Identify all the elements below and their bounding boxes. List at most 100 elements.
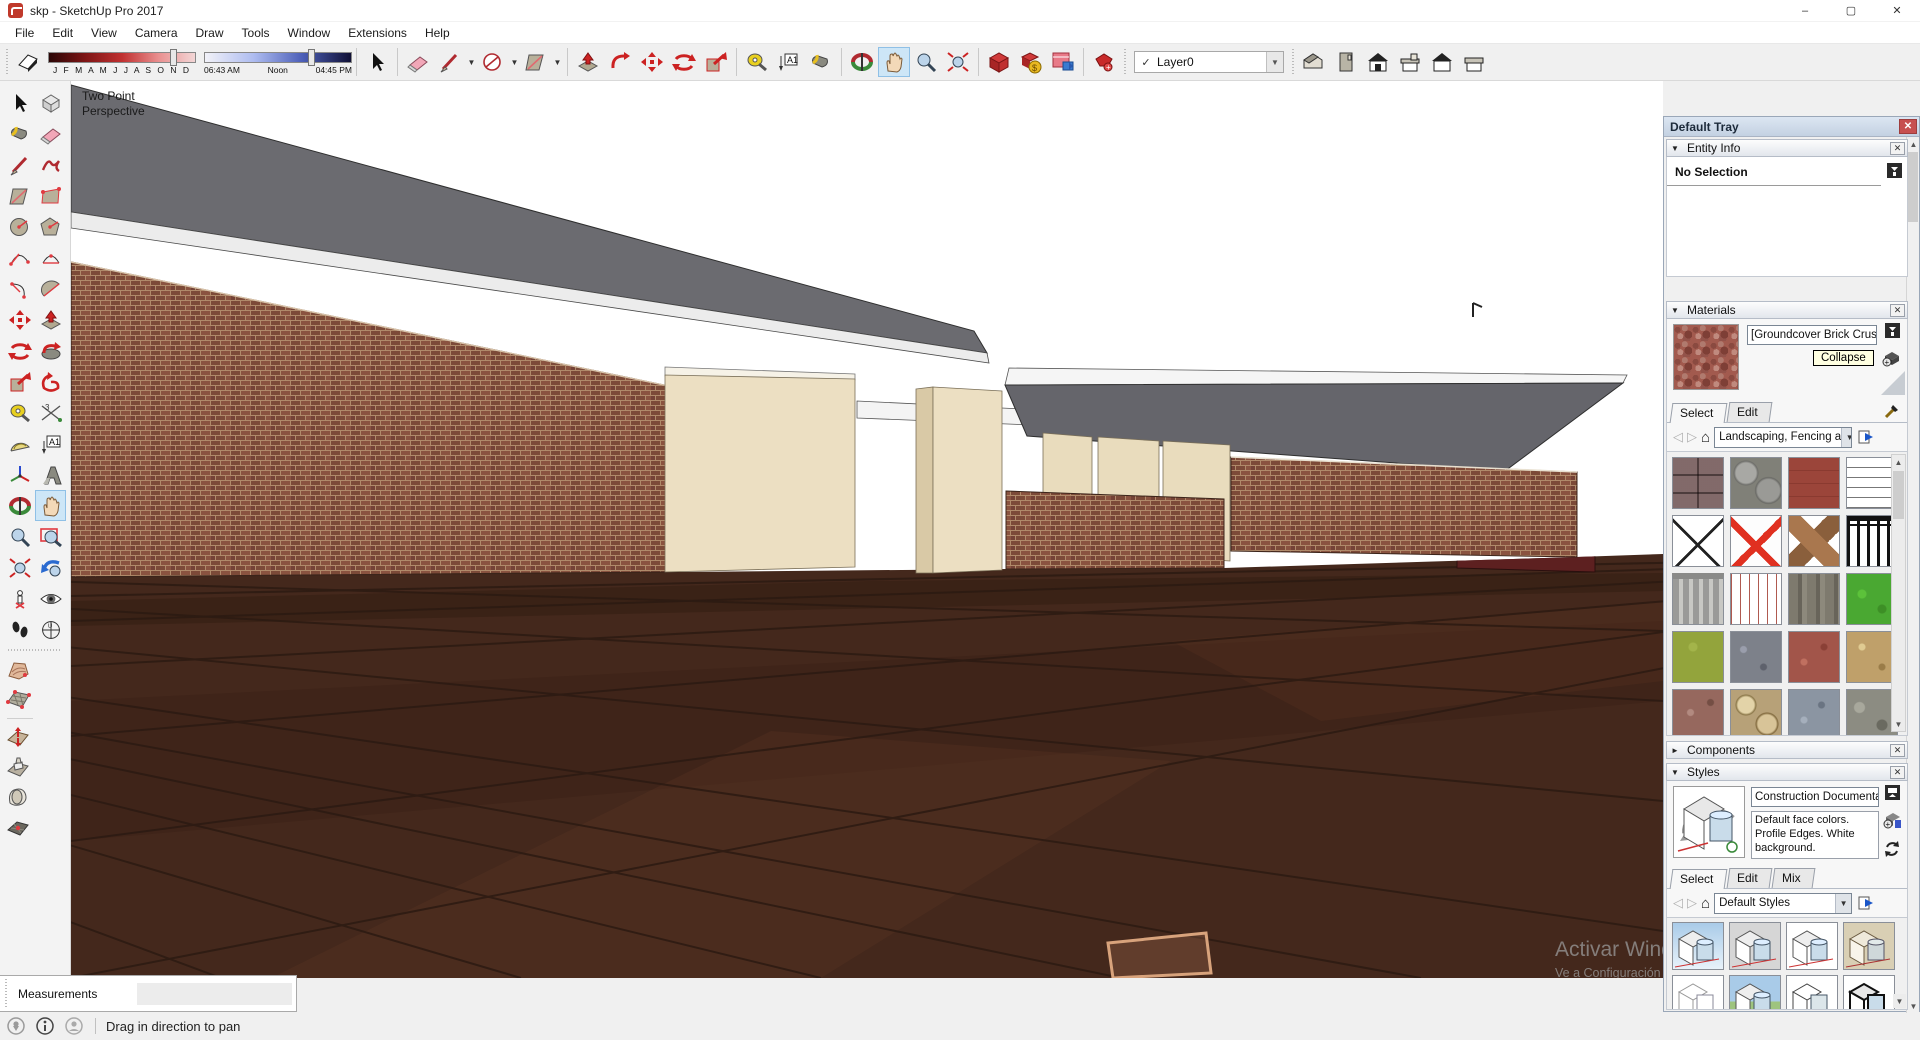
style-sepia-background[interactable] <box>1843 922 1895 970</box>
tape-measure-tool-icon[interactable] <box>741 47 773 77</box>
layer-dropdown[interactable]: ✓ Layer0 ▼ <box>1134 51 1284 73</box>
view-left-icon[interactable] <box>1458 47 1490 77</box>
menu-extensions[interactable]: Extensions <box>339 24 416 42</box>
shadow-time-slider[interactable]: 06:43 AM Noon 04:45 PM <box>204 49 352 75</box>
scroll-up-icon[interactable]: ▲ <box>1892 455 1905 469</box>
measurements-input[interactable] <box>137 983 292 1005</box>
arc-tool-icon[interactable] <box>4 242 35 273</box>
move-tool-icon[interactable] <box>4 304 35 335</box>
material-name-field[interactable]: [Groundcover Brick Crushe <box>1747 325 1877 345</box>
3d-warehouse-icon[interactable] <box>983 47 1015 77</box>
circle-tool-icon[interactable] <box>4 211 35 242</box>
dropdown-arrow-icon[interactable]: ▼ <box>1841 428 1852 447</box>
toolbar-grip[interactable] <box>4 49 10 75</box>
scale-tool-icon[interactable] <box>700 47 732 77</box>
shadow-date-handle[interactable] <box>170 49 177 66</box>
view-back-icon[interactable] <box>1426 47 1458 77</box>
menu-file[interactable]: File <box>6 24 43 42</box>
zoom-tool-icon[interactable] <box>4 521 35 552</box>
style-hidden-line[interactable] <box>1786 975 1838 1009</box>
styles-header[interactable]: ▼ Styles ✕ <box>1666 763 1908 781</box>
swatch-grass-olive[interactable] <box>1672 631 1724 683</box>
select-tool-icon[interactable] <box>361 47 393 77</box>
look-around-tool-icon[interactable] <box>35 583 66 614</box>
from-scratch-tool-icon[interactable] <box>2 685 33 715</box>
details-arrow-icon[interactable] <box>1856 893 1876 913</box>
view-iso-icon[interactable] <box>1298 47 1330 77</box>
measurements-grip[interactable] <box>3 979 10 1009</box>
toolbar-grip[interactable] <box>1290 49 1296 75</box>
toolbar-grip[interactable] <box>1122 49 1128 75</box>
dropdown-arrow-icon[interactable]: ▼ <box>1835 894 1851 913</box>
maximize-button[interactable]: ▢ <box>1828 0 1874 22</box>
info-icon[interactable] <box>35 1016 55 1036</box>
view-right-icon[interactable] <box>1394 47 1426 77</box>
minimize-button[interactable]: – <box>1782 0 1828 22</box>
freehand-tool-icon[interactable] <box>35 149 66 180</box>
pan-tool-icon[interactable] <box>878 47 910 77</box>
position-camera-tool-icon[interactable] <box>4 583 35 614</box>
swatch-red-brick[interactable] <box>1788 457 1840 509</box>
swatch-pebbles[interactable] <box>1730 689 1782 735</box>
stamp-tool-icon[interactable] <box>2 752 33 782</box>
materials-tab-select[interactable]: Select <box>1670 403 1728 423</box>
two-point-arc-tool-icon[interactable] <box>35 242 66 273</box>
swatch-white-picket[interactable] <box>1730 573 1782 625</box>
eyedropper-icon[interactable] <box>1883 402 1901 425</box>
walk-tool-icon[interactable] <box>4 614 35 645</box>
view-top-icon[interactable] <box>1330 47 1362 77</box>
menu-camera[interactable]: Camera <box>126 24 187 42</box>
tray-scroll-thumb[interactable] <box>1908 152 1918 222</box>
swatch-grey-cobblestone[interactable] <box>1730 457 1782 509</box>
swatch-gravel-grey[interactable] <box>1730 631 1782 683</box>
pie-tool-icon[interactable] <box>35 273 66 304</box>
forward-arrow-icon[interactable]: ▷ <box>1687 429 1697 445</box>
line-tool-dropdown-icon[interactable]: ▼ <box>466 47 477 77</box>
components-header[interactable]: ► Components ✕ <box>1666 741 1908 759</box>
shadow-date-slider[interactable]: J F M A M J J A S O N D <box>48 49 196 75</box>
tray-close-icon[interactable]: ✕ <box>1899 119 1917 134</box>
home-icon[interactable]: ⌂ <box>1701 895 1710 912</box>
three-point-arc-tool-icon[interactable] <box>4 273 35 304</box>
follow-me-tool-icon[interactable] <box>35 335 66 366</box>
create-style-icon[interactable]: + <box>1882 811 1902 834</box>
style-white-background[interactable] <box>1786 922 1838 970</box>
rectangle-tool-icon[interactable] <box>520 47 552 77</box>
home-icon[interactable]: ⌂ <box>1701 429 1710 446</box>
swatch-weathered-plank[interactable] <box>1788 573 1840 625</box>
layer-dropdown-arrow-icon[interactable]: ▼ <box>1266 52 1283 72</box>
extension-warehouse-icon[interactable] <box>1047 47 1079 77</box>
swatch-safety-fence[interactable] <box>1730 515 1782 567</box>
paint-bucket-tool-icon[interactable] <box>4 118 35 149</box>
style-sky-and-ground[interactable] <box>1729 975 1781 1009</box>
swatch-wood-cross[interactable] <box>1788 515 1840 567</box>
rotate-tool-icon[interactable] <box>668 47 700 77</box>
text-tool-icon[interactable]: A1 <box>35 428 66 459</box>
follow-me-tool-icon[interactable] <box>604 47 636 77</box>
3d-text-tool-icon[interactable] <box>35 459 66 490</box>
scroll-up-icon[interactable]: ▲ <box>1907 137 1920 151</box>
scroll-down-icon[interactable]: ▼ <box>1907 999 1920 1013</box>
model-viewport[interactable]: Two Point Perspective <box>71 81 1663 978</box>
style-sketchy-white[interactable] <box>1672 975 1724 1009</box>
section-plane-tool-icon[interactable]: U <box>35 614 66 645</box>
materials-close-icon[interactable]: ✕ <box>1890 304 1905 317</box>
add-detail-tool-icon[interactable] <box>2 812 33 842</box>
back-arrow-icon[interactable]: ◁ <box>1673 895 1683 911</box>
select-tool-icon[interactable] <box>4 87 35 118</box>
polygon-tool-icon[interactable] <box>35 211 66 242</box>
user-icon[interactable] <box>64 1016 84 1036</box>
axes-tool-icon[interactable] <box>4 459 35 490</box>
style-name-field[interactable]: Construction Documentatio <box>1751 787 1879 807</box>
menu-view[interactable]: View <box>82 24 126 42</box>
update-style-icon[interactable] <box>1883 840 1901 863</box>
back-arrow-icon[interactable]: ◁ <box>1673 429 1683 445</box>
arc-tool-icon[interactable] <box>477 47 509 77</box>
share-model-icon[interactable]: $ <box>1015 47 1047 77</box>
shadows-toggle-icon[interactable] <box>12 47 44 77</box>
arc-tool-dropdown-icon[interactable]: ▼ <box>509 47 520 77</box>
make-component-icon[interactable] <box>35 87 66 118</box>
create-material-icon[interactable]: + <box>1882 349 1902 372</box>
scale-tool-icon[interactable] <box>4 366 35 397</box>
zoom-tool-icon[interactable] <box>910 47 942 77</box>
